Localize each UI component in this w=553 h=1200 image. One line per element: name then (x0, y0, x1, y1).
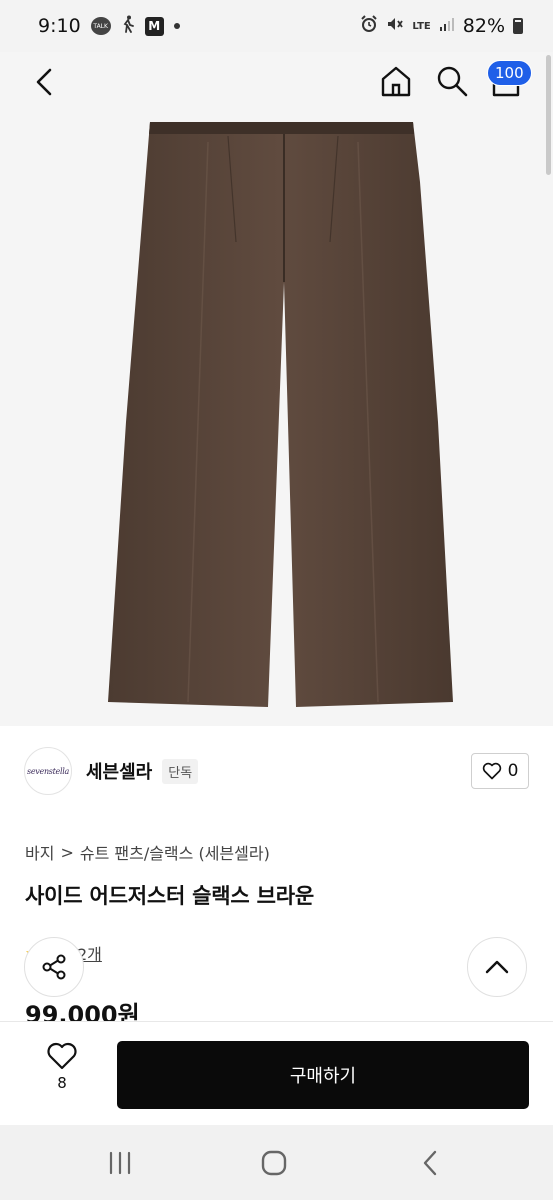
breadcrumb-separator: > (60, 842, 74, 862)
home-icon (381, 66, 411, 97)
system-back-icon (423, 1150, 437, 1176)
notification-dot-icon (173, 23, 180, 29)
trousers-image (108, 122, 453, 707)
brand-logo[interactable]: sevenstella (24, 747, 72, 795)
search-button[interactable] (434, 62, 470, 100)
product-image[interactable] (0, 52, 553, 726)
product-price: 99,000원 (25, 1001, 140, 1021)
share-icon (42, 954, 66, 980)
signal-icon (439, 15, 455, 37)
heart-icon (482, 762, 501, 780)
product-title: 사이드 어드저스터 슬랙스 브라운 (25, 884, 315, 908)
exclusive-tag: 단독 (162, 758, 199, 784)
battery-percent: 82% (462, 15, 505, 37)
top-nav: 100 (0, 52, 553, 112)
chevron-left-icon (36, 68, 52, 96)
status-right: LTE 82% (360, 14, 523, 38)
breadcrumb: 바지 > 슈트 팬츠/슬랙스 (세븐셀라) (25, 840, 270, 864)
m-app-icon: M (144, 16, 164, 36)
walking-icon (121, 15, 135, 37)
brand-like-button[interactable]: 0 (471, 753, 529, 789)
brand-row: sevenstella 세븐셀라 단독 0 (24, 745, 529, 797)
buy-button[interactable]: 구매하기 (117, 1041, 529, 1109)
heart-icon (47, 1042, 77, 1070)
recent-apps-icon (109, 1151, 131, 1175)
alarm-icon (360, 14, 378, 38)
status-bar: 9:10 TALK M LTE 82% (0, 0, 553, 52)
scroll-to-top-button[interactable] (467, 937, 527, 997)
back-button[interactable] (28, 64, 60, 100)
cart-count-badge: 100 (487, 60, 532, 86)
system-home-button[interactable] (258, 1147, 290, 1179)
breadcrumb-subcategory[interactable]: 슈트 팬츠/슬랙스 (세븐셀라) (80, 840, 270, 864)
lte-icon: LTE (412, 20, 431, 32)
status-left: 9:10 TALK M (38, 15, 180, 37)
wishlist-button[interactable]: 8 (36, 1042, 88, 1106)
search-icon (437, 66, 468, 97)
kakaotalk-icon: TALK (90, 17, 111, 35)
battery-icon (513, 18, 523, 34)
system-home-icon (261, 1150, 287, 1176)
status-time: 9:10 (38, 15, 81, 37)
share-button[interactable] (24, 937, 84, 997)
home-button[interactable] (378, 62, 414, 100)
system-back-button[interactable] (414, 1147, 446, 1179)
breadcrumb-category[interactable]: 바지 (25, 840, 54, 864)
brand-name[interactable]: 세븐셀라 (86, 758, 152, 784)
bottom-purchase-bar: 8 구매하기 (0, 1021, 553, 1125)
brand-logo-text: sevenstella (27, 766, 69, 776)
mute-icon (386, 15, 404, 38)
system-nav-bar (0, 1125, 553, 1200)
chevron-up-icon (485, 960, 509, 974)
recent-apps-button[interactable] (104, 1147, 136, 1179)
wishlist-count: 8 (57, 1074, 67, 1092)
brand-like-count: 0 (507, 761, 519, 781)
